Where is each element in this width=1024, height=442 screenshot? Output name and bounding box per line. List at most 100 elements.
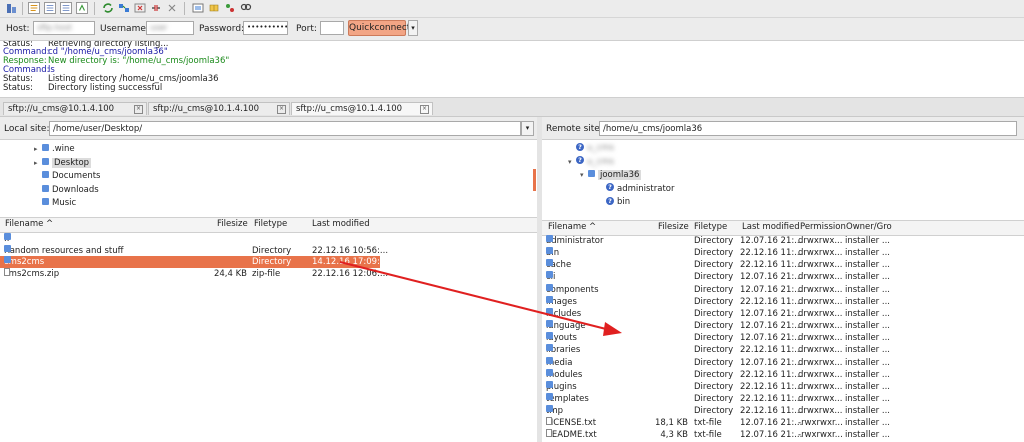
tab-label: sftp://u_cms@10.1.4.100 <box>153 104 260 114</box>
column-owner-group[interactable]: Owner/Gro <box>846 221 892 234</box>
table-row[interactable]: Random resources and stuff Directory 22.12… <box>0 244 388 257</box>
column-filesize[interactable]: Filesize <box>217 218 248 231</box>
column-last-modified[interactable]: Last modified <box>312 218 370 231</box>
table-row[interactable]: templates Directory 22.12.16 11:... drwxrwx… <box>542 392 1024 405</box>
local-path-input[interactable]: /home/user/Desktop/ <box>49 121 521 136</box>
remote-path-input[interactable]: /home/u_cms/joomla36 <box>599 121 1017 136</box>
file-type: Directory <box>694 345 734 356</box>
process-queue-icon[interactable] <box>118 2 130 14</box>
tab-label: sftp://u_cms@10.1.4.100 <box>8 104 115 114</box>
table-row[interactable]: bin Directory 22.12.16 11:...drwxrwx...ins… <box>542 247 1024 259</box>
username-input[interactable]: user <box>146 21 194 35</box>
remote-tree[interactable]: ? u_cms ▾? u_cms ▾ joomla36? administrator? bin <box>542 140 1024 216</box>
table-row[interactable]: README.txt 4,3 KB txt-file 12.07.16 21:... -… <box>542 429 1024 441</box>
tab-connection-2[interactable]: sftp://u_cms@10.1.4.100 × <box>148 102 290 115</box>
toggle-queue-icon[interactable] <box>76 2 88 14</box>
file-name-cell: tmp <box>546 405 656 417</box>
local-site-label: Local site: <box>4 124 50 134</box>
local-pane: Local site: /home/user/Desktop/ ▾ ▸ .wine… <box>0 117 537 442</box>
column-filename[interactable]: Filename ^ <box>548 221 596 234</box>
column-permission[interactable]: Permission <box>800 221 846 234</box>
file-name-cell: cache <box>546 259 656 271</box>
port-input[interactable] <box>320 21 344 35</box>
folder-icon <box>4 244 11 252</box>
site-manager-icon[interactable] <box>6 2 18 14</box>
table-row[interactable]: cache Directory 22.12.16 11:... drwxrwx... i… <box>542 259 1024 271</box>
table-row[interactable]: layouts Directory 12.07.16 21:... drwxrwx..… <box>542 332 1024 344</box>
local-file-list[interactable]: ..Random resources and stuff Directory 22.… <box>0 233 537 442</box>
file-type: Directory <box>694 308 734 319</box>
file-permission: drwxrwx... <box>798 357 843 368</box>
remote-tree-item[interactable]: ? u_cms <box>568 142 614 155</box>
local-tree[interactable]: ▸ .wine ▸ Desktop Documents Downloads Music <box>0 140 537 214</box>
column-filename[interactable]: Filename ^ <box>5 218 53 231</box>
table-row[interactable]: administrator Directory 12.07.16 21:... drw… <box>542 235 1024 247</box>
remote-tree-item[interactable]: ? bin <box>598 196 630 209</box>
tree-item-label: .wine <box>52 144 75 154</box>
table-row[interactable]: cms2cms Directory 14.12.16 17:09:... <box>0 256 388 269</box>
file-owner: installer ... <box>845 369 890 380</box>
reconnect-icon[interactable] <box>166 2 178 14</box>
local-tree-scrollbar[interactable] <box>533 169 536 191</box>
column-filesize[interactable]: Filesize <box>658 221 689 234</box>
quickconnect-history-dropdown[interactable]: ▾ <box>408 20 418 36</box>
table-row[interactable]: plugins Directory 22.12.16 11:... drwxrwx..… <box>542 380 1024 393</box>
column-filetype[interactable]: Filetype <box>694 221 727 234</box>
password-input[interactable]: ••••••••••••• <box>243 21 288 35</box>
host-input[interactable]: sftp.host <box>33 21 95 35</box>
search-remote-files-icon[interactable] <box>240 2 252 14</box>
remote-tree-item[interactable]: ▾ joomla36 <box>580 169 642 182</box>
toggle-remote-tree-icon[interactable] <box>60 2 72 14</box>
table-row[interactable]: media Directory 12.07.16 21:... drwxrwx... i… <box>542 356 1024 369</box>
directory-listing-filters-icon[interactable] <box>192 2 204 14</box>
disconnect-icon[interactable] <box>150 2 162 14</box>
refresh-icon[interactable] <box>102 2 114 14</box>
table-row[interactable]: .. <box>0 233 380 245</box>
table-row[interactable]: images Directory 22.12.16 11:... drwxrwx...… <box>542 295 1024 308</box>
close-icon[interactable]: × <box>134 105 143 114</box>
file-permission: drwxrwx... <box>798 393 843 404</box>
compare-directories-icon[interactable] <box>224 2 236 14</box>
table-row[interactable]: language Directory 12.07.16 21:... drwxrwx.… <box>542 320 1024 332</box>
table-row[interactable]: cms2cms.zip 24,4 KB zip-file 22.12.16 12:06… <box>0 267 388 280</box>
folder-icon <box>546 368 553 376</box>
table-row[interactable]: includes Directory 12.07.16 21:... drwxrwx.… <box>542 307 1024 320</box>
remote-site-bar: Remote site: /home/u_cms/joomla36 <box>542 117 1024 140</box>
sync-browsing-icon[interactable] <box>208 2 220 14</box>
host-value: sftp.host <box>37 23 72 32</box>
message-log[interactable]: Status: Retrieving directory listing... Co… <box>0 41 1024 98</box>
table-row[interactable]: modules Directory 22.12.16 11:... drwxrwx..… <box>542 368 1024 381</box>
expand-icon[interactable]: ▾ <box>568 156 576 169</box>
tree-item-documents[interactable]: Documents <box>34 170 100 183</box>
file-name-cell: modules <box>546 368 656 381</box>
tree-item-wine[interactable]: ▸ .wine <box>34 143 75 156</box>
toggle-local-tree-icon[interactable] <box>44 2 56 14</box>
tree-item-downloads[interactable]: Downloads <box>34 184 99 197</box>
expand-icon[interactable]: ▸ <box>34 157 42 170</box>
table-row[interactable]: components Directory 12.07.16 21:... drwxrw… <box>542 283 1024 296</box>
tree-item-music[interactable]: Music <box>34 197 76 210</box>
table-row[interactable]: cli Directory 12.07.16 21:...drwxrwx...ins… <box>542 271 1024 283</box>
column-filetype[interactable]: Filetype <box>254 218 287 231</box>
tree-item-desktop[interactable]: ▸ Desktop <box>34 157 92 170</box>
close-icon[interactable]: × <box>420 105 429 114</box>
remote-file-list[interactable]: administrator Directory 12.07.16 21:... drw… <box>542 235 1024 442</box>
table-row[interactable]: LICENSE.txt 18,1 KB txt-file 12.07.16 21:..… <box>542 417 1024 429</box>
cancel-operation-icon[interactable] <box>134 2 146 14</box>
column-last-modified[interactable]: Last modified <box>742 221 800 234</box>
file-name-cell: Random resources and stuff <box>4 244 209 257</box>
file-modified: 22.12.16 11:... <box>740 393 803 404</box>
table-row[interactable]: libraries Directory 22.12.16 11:... drwxrwx… <box>542 344 1024 356</box>
file-permission: drwxrwx... <box>798 236 843 246</box>
toggle-log-icon[interactable] <box>28 2 40 14</box>
table-row[interactable]: tmp Directory 22.12.16 11:... drwxrwx... ins… <box>542 405 1024 417</box>
local-path-dropdown[interactable]: ▾ <box>521 121 534 136</box>
remote-tree-item[interactable]: ▾? u_cms <box>568 156 614 169</box>
tab-connection-1[interactable]: sftp://u_cms@10.1.4.100 × <box>3 102 147 115</box>
expand-icon[interactable]: ▾ <box>580 169 588 182</box>
close-icon[interactable]: × <box>277 105 286 114</box>
quickconnect-button[interactable]: Quickconnect <box>348 20 410 36</box>
remote-tree-item[interactable]: ? administrator <box>598 183 675 196</box>
tab-connection-3[interactable]: sftp://u_cms@10.1.4.100 × <box>291 102 433 115</box>
expand-icon[interactable]: ▸ <box>34 143 42 156</box>
